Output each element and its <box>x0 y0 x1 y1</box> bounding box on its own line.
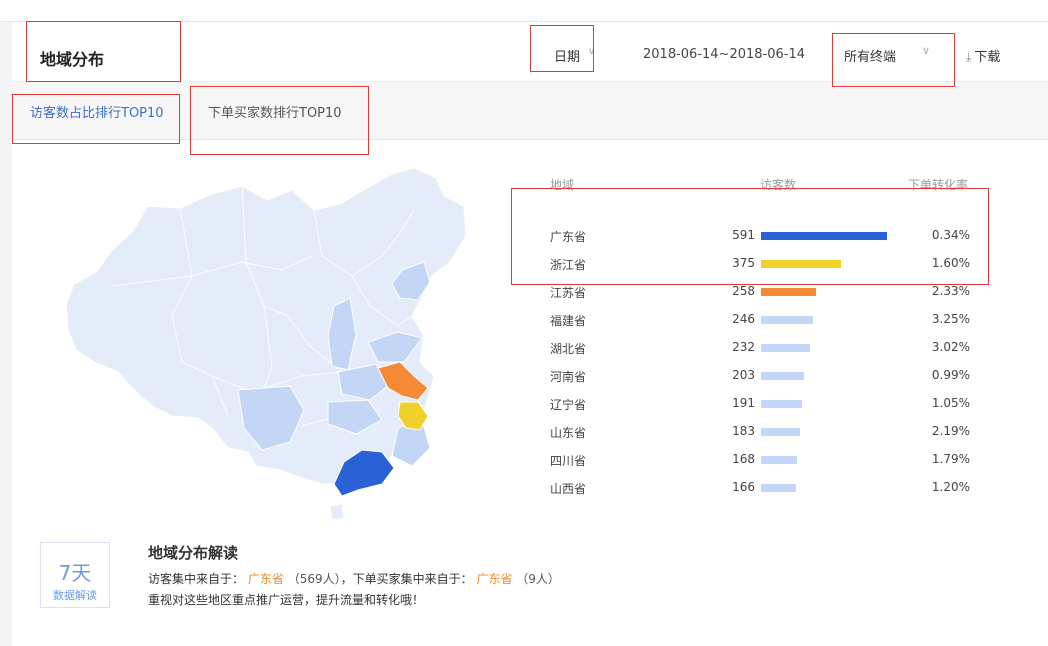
header-conversion: 下单转化率 <box>908 178 969 192</box>
table-row: 浙江省 375 1.60% <box>550 250 1010 278</box>
table-row: 山东省 183 2.19% <box>550 418 1010 446</box>
row-conversion-rate: 0.34% <box>931 228 970 242</box>
visitor-bar <box>761 232 887 240</box>
row-province: 河南省 <box>550 370 587 384</box>
row-conversion-rate: 1.20% <box>931 480 970 494</box>
chevron-down-icon[interactable]: ∨ <box>922 44 930 57</box>
visitor-bar <box>761 400 802 408</box>
top-strip <box>0 0 1048 22</box>
header-visitors: 访客数 <box>760 178 797 192</box>
download-button[interactable]: ⤓ 下载 <box>966 46 1000 65</box>
tab-buyer-top10[interactable]: 下单买家数排行TOP10 <box>208 102 342 121</box>
row-province: 辽宁省 <box>550 398 587 412</box>
visitor-bar <box>761 288 816 296</box>
buyers-province: 广东省 <box>476 572 513 586</box>
header-region: 地域 <box>550 178 575 192</box>
buyers-prefix: ，下单买家集中来自于： <box>340 572 473 586</box>
page-title: 地域分布 <box>40 50 105 69</box>
visitor-bar <box>761 316 813 324</box>
row-conversion-rate: 3.02% <box>931 340 970 354</box>
visitors-province: 广东省 <box>247 572 284 586</box>
row-visitors: 246 <box>732 312 755 326</box>
china-map-svg <box>65 167 467 521</box>
badge-subtitle: 数据解读 <box>53 589 97 602</box>
row-conversion-rate: 2.33% <box>931 284 970 298</box>
row-province: 浙江省 <box>550 258 587 272</box>
table-row: 河南省 203 0.99% <box>550 362 1010 390</box>
row-visitors: 375 <box>732 256 755 270</box>
row-visitors: 232 <box>732 340 755 354</box>
row-conversion-rate: 1.60% <box>931 256 970 270</box>
table-row: 山西省 166 1.20% <box>550 474 1010 502</box>
row-visitors: 183 <box>732 424 755 438</box>
visitors-count: （569人） <box>287 572 341 586</box>
visitor-bar <box>761 484 796 492</box>
row-province: 四川省 <box>550 454 587 468</box>
table-row: 四川省 168 1.79% <box>550 446 1010 474</box>
visitors-prefix: 访客集中来自于： <box>148 572 245 586</box>
row-visitors: 258 <box>732 284 755 298</box>
visitor-bar <box>761 456 797 464</box>
buyers-count: （9人） <box>516 572 560 586</box>
row-province: 福建省 <box>550 314 587 328</box>
row-province: 广东省 <box>550 230 587 244</box>
row-visitors: 168 <box>732 452 755 466</box>
table-row: 广东省 591 0.34% <box>550 222 1010 250</box>
row-province: 山西省 <box>550 482 587 496</box>
table-row: 辽宁省 191 1.05% <box>550 390 1010 418</box>
row-visitors: 591 <box>732 228 755 242</box>
seven-day-badge[interactable]: 7天 数据解读 <box>40 542 110 608</box>
date-selector[interactable]: 日期 <box>554 46 580 65</box>
visitor-bar <box>761 372 804 380</box>
card-header: 地域分布 日期 ∨ 2018-06-14~2018-06-14 所有终端 ∨ ⤓… <box>12 22 1048 82</box>
tab-bar: 访客数占比排行TOP10 下单买家数排行TOP10 <box>12 82 1048 140</box>
table-row: 福建省 246 3.25% <box>550 306 1010 334</box>
tab-visitor-top10[interactable]: 访客数占比排行TOP10 <box>30 102 164 121</box>
visitor-bar <box>761 260 841 268</box>
row-visitors: 191 <box>732 396 755 410</box>
row-province: 山东省 <box>550 426 587 440</box>
row-conversion-rate: 3.25% <box>931 312 970 326</box>
download-label: 下载 <box>974 50 1001 65</box>
china-map <box>52 166 472 526</box>
row-conversion-rate: 2.19% <box>931 424 970 438</box>
row-province: 湖北省 <box>550 342 587 356</box>
row-conversion-rate: 1.05% <box>931 396 970 410</box>
row-visitors: 203 <box>732 368 755 382</box>
interpretation-summary: 访客集中来自于： 广东省 （569人），下单买家集中来自于： 广东省 （9人） <box>148 570 560 587</box>
table-row: 湖北省 232 3.02% <box>550 334 1010 362</box>
terminal-select[interactable]: 所有终端 <box>844 46 896 65</box>
province-hainan <box>329 503 345 521</box>
row-conversion-rate: 1.79% <box>931 452 970 466</box>
visitor-bar <box>761 428 800 436</box>
interpretation-advice: 重视对这些地区重点推广运营，提升流量和转化哦！ <box>148 593 425 607</box>
badge-number: 7天 <box>58 561 92 585</box>
row-conversion-rate: 0.99% <box>931 368 970 382</box>
table-row: 江苏省 258 2.33% <box>550 278 1010 306</box>
interpretation-title: 地域分布解读 <box>148 544 239 562</box>
chevron-down-icon[interactable]: ∨ <box>588 46 595 57</box>
date-range-text[interactable]: 2018-06-14~2018-06-14 <box>643 47 805 62</box>
visitor-bar <box>761 344 810 352</box>
download-icon: ⤓ <box>966 50 972 64</box>
row-visitors: 166 <box>732 480 755 494</box>
region-distribution-card: 地域分布 日期 ∨ 2018-06-14~2018-06-14 所有终端 ∨ ⤓… <box>12 22 1048 646</box>
row-province: 江苏省 <box>550 286 587 300</box>
